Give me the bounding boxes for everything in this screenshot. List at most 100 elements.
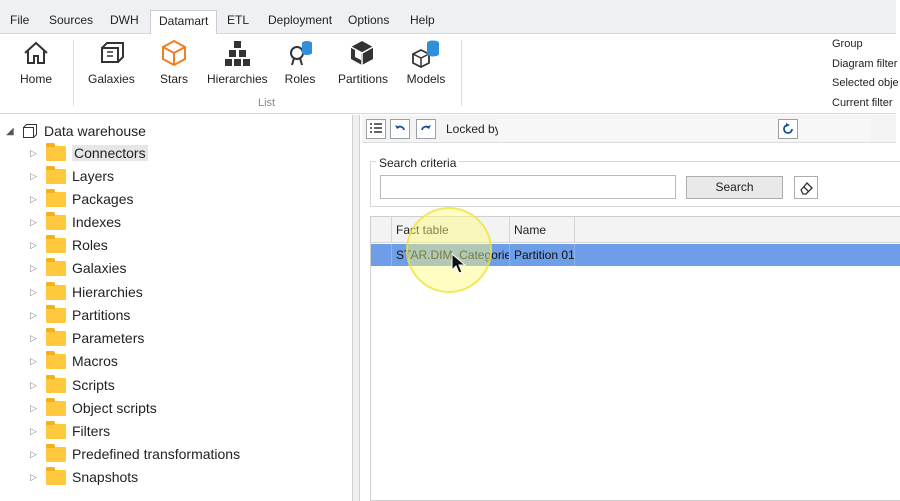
search-input[interactable] <box>380 175 676 199</box>
folder-icon <box>46 327 66 346</box>
tree-item-label: Galaxies <box>72 260 127 276</box>
expand-arrow-icon[interactable]: ▷ <box>30 333 44 344</box>
home-icon <box>24 41 48 64</box>
tree-item-layers[interactable]: ▷ Layers <box>30 165 115 186</box>
tree-item-partitions[interactable]: ▷ Partitions <box>30 304 131 325</box>
hierarchies-icon <box>225 41 250 66</box>
expand-arrow-icon[interactable]: ▷ <box>30 356 44 367</box>
menu-file[interactable]: File <box>10 13 29 27</box>
roles-icon <box>290 41 312 66</box>
expand-arrow-icon[interactable]: ▷ <box>30 287 44 298</box>
expand-arrow-icon[interactable]: ▷ <box>30 310 44 321</box>
refresh-icon <box>783 123 793 134</box>
collapse-arrow-icon[interactable]: ◢ <box>6 126 22 137</box>
ribbon-group-label: List <box>258 97 276 109</box>
tree-root-label: Data warehouse <box>44 123 146 139</box>
redo-button[interactable] <box>416 119 436 139</box>
models-button[interactable]: Models <box>406 38 446 86</box>
undo-button[interactable] <box>390 119 410 139</box>
tree-item-macros[interactable]: ▷ Macros <box>30 350 118 371</box>
tree-item-predefined-transformations[interactable]: ▷ Predefined transformations <box>30 443 241 464</box>
expand-arrow-icon[interactable]: ▷ <box>30 380 44 391</box>
expand-arrow-icon[interactable]: ▷ <box>30 148 44 159</box>
tree-root[interactable]: ◢ Data warehouse <box>6 121 146 141</box>
hierarchies-label: Hierarchies <box>207 72 268 86</box>
expand-arrow-icon[interactable]: ▷ <box>30 171 44 182</box>
menu-sources[interactable]: Sources <box>49 13 93 27</box>
expand-arrow-icon[interactable]: ▷ <box>30 426 44 437</box>
tree-item-galaxies[interactable]: ▷ Galaxies <box>30 257 127 278</box>
row-header-corner <box>371 217 392 243</box>
tree-item-hierarchies[interactable]: ▷ Hierarchies <box>30 281 143 302</box>
tree-item-label: Hierarchies <box>72 284 143 300</box>
tree-item-filters[interactable]: ▷ Filters <box>30 420 111 441</box>
expand-arrow-icon[interactable]: ▷ <box>30 240 44 251</box>
expand-arrow-icon[interactable]: ▷ <box>30 217 44 228</box>
expand-arrow-icon[interactable]: ▷ <box>30 194 44 205</box>
tree-item-label: Filters <box>72 423 111 439</box>
menu-datamart[interactable]: Datamart <box>150 10 218 35</box>
menu-help[interactable]: Help <box>410 13 435 27</box>
clear-search-button[interactable] <box>794 176 818 199</box>
tree-item-connectors[interactable]: ▷ Connectors <box>30 142 148 163</box>
hierarchies-button[interactable]: Hierarchies <box>207 38 268 86</box>
tree-item-label: Predefined transformations <box>72 446 241 462</box>
menu-etl[interactable]: ETL <box>227 13 249 27</box>
menu-dwh[interactable]: DWH <box>110 13 139 27</box>
expand-arrow-icon[interactable]: ▷ <box>30 263 44 274</box>
expand-arrow-icon[interactable]: ▷ <box>30 472 44 483</box>
current-filter-option[interactable]: Current filter <box>832 97 893 109</box>
folder-icon <box>46 281 66 300</box>
galaxies-button[interactable]: Galaxies <box>88 38 135 86</box>
expand-arrow-icon[interactable]: ▷ <box>30 403 44 414</box>
galaxies-icon <box>101 42 124 63</box>
tree-item-label: Object scripts <box>72 400 157 416</box>
folder-icon <box>46 374 66 393</box>
panel-splitter[interactable] <box>352 115 360 501</box>
expand-arrow-icon[interactable]: ▷ <box>30 449 44 460</box>
cell-name[interactable]: Partition 01 <box>510 244 575 266</box>
roles-label: Roles <box>284 72 316 86</box>
refresh-button[interactable] <box>778 119 798 139</box>
group-option[interactable]: Group <box>832 38 863 50</box>
tree-item-snapshots[interactable]: ▷ Snapshots <box>30 466 138 487</box>
tree-item-packages[interactable]: ▷ Packages <box>30 188 133 209</box>
tree-item-label: Parameters <box>72 330 145 346</box>
list-icon <box>370 123 382 133</box>
home-button[interactable]: Home <box>18 38 54 86</box>
ribbon-separator <box>73 40 74 106</box>
folder-icon <box>46 304 66 323</box>
mouse-cursor-icon <box>451 253 467 274</box>
search-button[interactable]: Search <box>686 176 783 199</box>
folder-icon <box>46 211 66 230</box>
list-view-button[interactable] <box>366 119 386 139</box>
folder-icon <box>46 257 66 276</box>
row-selector[interactable] <box>371 244 392 266</box>
data-warehouse-icon <box>23 124 37 138</box>
ribbon: Home Galaxies Stars Hierarchies Roles Pa… <box>0 34 899 114</box>
menu-deployment[interactable]: Deployment <box>268 13 332 27</box>
tree-item-label: Layers <box>72 168 115 184</box>
roles-button[interactable]: Roles <box>282 38 318 86</box>
tree-item-label: Partitions <box>72 307 131 323</box>
panel-toolbar: Locked by <box>362 115 896 143</box>
partitions-label: Partitions <box>338 72 389 86</box>
tree-item-parameters[interactable]: ▷ Parameters <box>30 327 145 348</box>
tree-item-indexes[interactable]: ▷ Indexes <box>30 211 121 232</box>
stars-button[interactable]: Stars <box>156 38 192 86</box>
stars-label: Stars <box>159 72 188 86</box>
column-header-name[interactable]: Name <box>510 217 575 243</box>
ribbon-separator <box>461 40 462 106</box>
partitions-button[interactable]: Partitions <box>338 38 389 86</box>
tree-item-label: Macros <box>72 353 118 369</box>
locked-by-field <box>498 119 870 141</box>
tree-item-scripts[interactable]: ▷ Scripts <box>30 374 115 395</box>
tree-item-object-scripts[interactable]: ▷ Object scripts <box>30 397 157 418</box>
tree-item-roles[interactable]: ▷ Roles <box>30 234 108 255</box>
folder-icon <box>46 142 66 161</box>
diagram-filter-option[interactable]: Diagram filter <box>832 58 897 70</box>
menu-options[interactable]: Options <box>348 13 389 27</box>
partitions-icon <box>350 41 374 65</box>
stars-icon <box>162 39 186 67</box>
selected-objects-option[interactable]: Selected obje <box>832 77 899 89</box>
